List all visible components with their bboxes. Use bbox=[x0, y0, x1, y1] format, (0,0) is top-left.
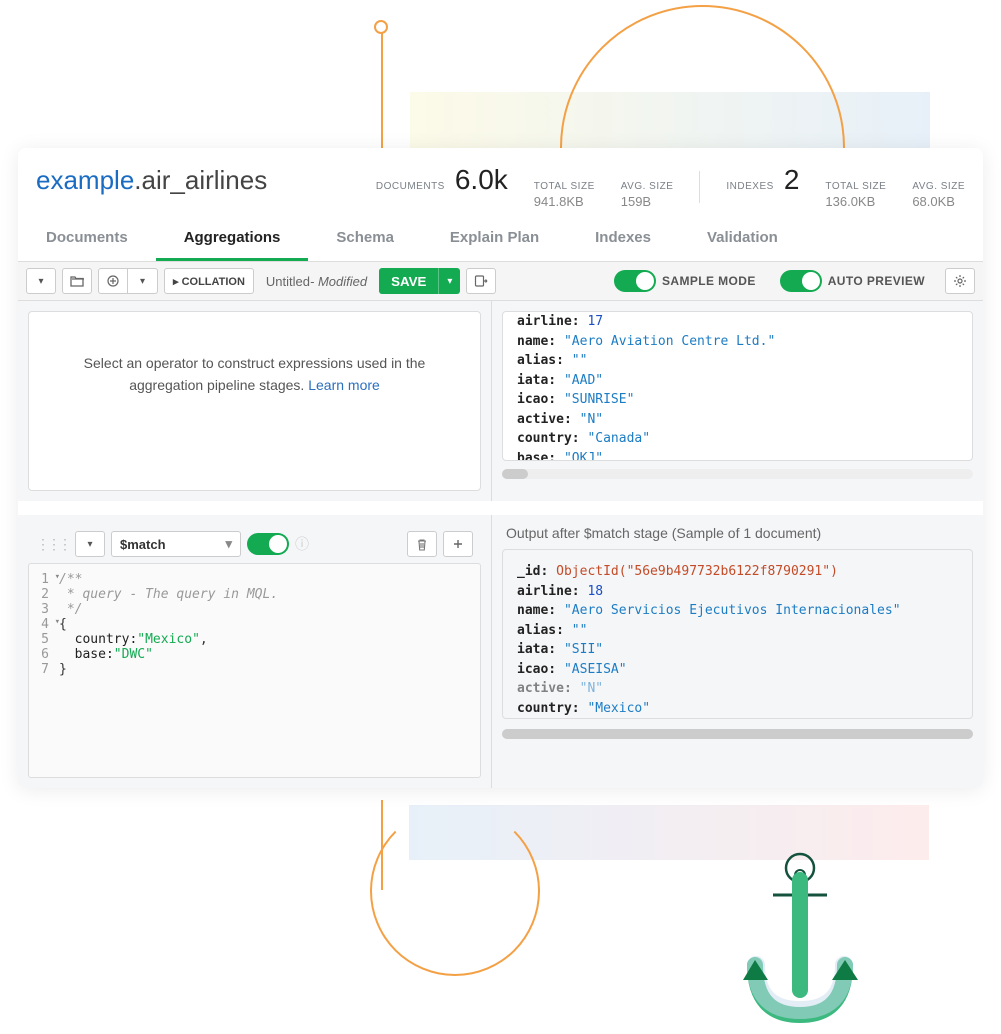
doc-total-size: 941.8KB bbox=[534, 194, 584, 209]
app-window: example.air_airlines DOCUMENTS 6.0k TOTA… bbox=[18, 148, 983, 788]
db-name: example bbox=[36, 165, 134, 195]
doc2-icao: "ASEISA" bbox=[564, 662, 627, 677]
aggregation-toolbar: ▸ COLLATION Untitled- Modified SAVE SAMP… bbox=[18, 262, 983, 301]
doc-avg-size: 159B bbox=[621, 194, 651, 209]
tab-indexes[interactable]: Indexes bbox=[567, 219, 679, 261]
stage-output-label: Output after $match stage (Sample of 1 d… bbox=[502, 525, 973, 541]
namespace: example.air_airlines bbox=[36, 165, 267, 196]
doc1-iata: "AAD" bbox=[564, 373, 603, 388]
doc1-alias: "" bbox=[572, 353, 588, 368]
horizontal-scrollbar[interactable] bbox=[502, 729, 973, 739]
save-dropdown[interactable] bbox=[438, 268, 460, 294]
delete-stage-button[interactable] bbox=[407, 531, 437, 557]
stage-enabled-toggle[interactable] bbox=[247, 533, 289, 555]
stage-output-document: _id: ObjectId("56e9b497732b6122f8790291"… bbox=[502, 549, 973, 719]
doc2-alias: "" bbox=[572, 623, 588, 638]
sample-mode-label: SAMPLE MODE bbox=[662, 274, 756, 288]
stage-operator-select[interactable]: $match▾ bbox=[111, 531, 241, 557]
doc-avg-size-label: AVG. SIZE bbox=[621, 181, 674, 192]
open-icon[interactable] bbox=[62, 268, 92, 294]
idx-avg-size: 68.0KB bbox=[912, 194, 955, 209]
stage-header: ⋮⋮⋮ $match▾ ⓘ bbox=[28, 525, 481, 563]
history-dropdown[interactable] bbox=[26, 268, 56, 294]
doc2-country: "Mexico" bbox=[587, 701, 650, 716]
collection-stats: DOCUMENTS 6.0k TOTAL SIZE 941.8KB AVG. S… bbox=[376, 164, 965, 209]
doc1-active: "N" bbox=[580, 412, 603, 427]
pipeline-name: Untitled- Modified bbox=[260, 274, 373, 289]
learn-more-link[interactable]: Learn more bbox=[308, 377, 380, 393]
doc2-iata: "SII" bbox=[564, 642, 603, 657]
documents-label: DOCUMENTS bbox=[376, 181, 445, 192]
settings-button[interactable] bbox=[945, 268, 975, 294]
doc2-id: ObjectId("56e9b497732b6122f8790291") bbox=[556, 564, 838, 579]
sample-mode-toggle[interactable] bbox=[614, 270, 656, 292]
save-button[interactable]: SAVE bbox=[379, 268, 438, 294]
new-pipeline-dropdown[interactable] bbox=[128, 268, 158, 294]
doc1-country: "Canada" bbox=[587, 431, 650, 446]
tab-explain-plan[interactable]: Explain Plan bbox=[422, 219, 567, 261]
drag-handle-icon[interactable]: ⋮⋮⋮ bbox=[36, 536, 69, 553]
add-stage-button[interactable] bbox=[443, 531, 473, 557]
collection-header: example.air_airlines DOCUMENTS 6.0k TOTA… bbox=[18, 148, 983, 219]
indexes-label: INDEXES bbox=[726, 181, 773, 192]
doc1-name: "Aero Aviation Centre Ltd." bbox=[564, 334, 775, 349]
horizontal-scrollbar[interactable] bbox=[502, 469, 973, 479]
export-icon[interactable] bbox=[466, 268, 496, 294]
stage-expand-button[interactable] bbox=[75, 531, 105, 557]
tab-validation[interactable]: Validation bbox=[679, 219, 806, 261]
tabbar: Documents Aggregations Schema Explain Pl… bbox=[18, 219, 983, 262]
new-pipeline-button[interactable] bbox=[98, 268, 128, 294]
doc1-airline: 17 bbox=[587, 314, 603, 329]
doc1-icao: "SUNRISE" bbox=[564, 392, 634, 407]
doc-total-size-label: TOTAL SIZE bbox=[534, 181, 595, 192]
doc2-name: "Aero Servicios Ejecutivos Internacional… bbox=[564, 603, 901, 618]
help-card: Select an operator to construct expressi… bbox=[28, 311, 481, 491]
auto-preview-toggle[interactable] bbox=[780, 270, 822, 292]
collection-name: .air_airlines bbox=[134, 165, 267, 195]
tab-documents[interactable]: Documents bbox=[18, 219, 156, 261]
tab-schema[interactable]: Schema bbox=[308, 219, 422, 261]
indexes-count: 2 bbox=[784, 164, 800, 196]
tab-aggregations[interactable]: Aggregations bbox=[156, 219, 309, 261]
info-icon: ⓘ bbox=[295, 534, 309, 554]
pipeline-stage: ⋮⋮⋮ $match▾ ⓘ 1/**2 * query - The query … bbox=[18, 515, 983, 788]
sample-document-card: airline: 17 name: "Aero Aviation Centre … bbox=[502, 311, 973, 461]
doc2-active: "N" bbox=[580, 681, 603, 696]
idx-total-size-label: TOTAL SIZE bbox=[825, 181, 886, 192]
documents-count: 6.0k bbox=[455, 164, 508, 196]
idx-total-size: 136.0KB bbox=[825, 194, 875, 209]
stage-code-editor[interactable]: 1/**2 * query - The query in MQL.3 */4{5… bbox=[28, 563, 481, 778]
collation-button[interactable]: ▸ COLLATION bbox=[164, 268, 254, 294]
auto-preview-label: AUTO PREVIEW bbox=[828, 274, 925, 288]
idx-avg-size-label: AVG. SIZE bbox=[912, 181, 965, 192]
doc1-base: "OKJ" bbox=[564, 451, 603, 462]
doc2-airline: 18 bbox=[587, 584, 603, 599]
